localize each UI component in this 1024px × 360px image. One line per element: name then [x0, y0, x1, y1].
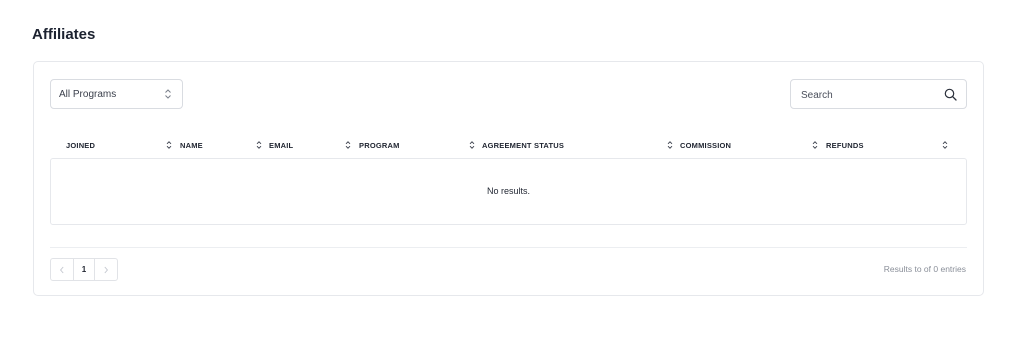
search-input[interactable] [801, 87, 931, 103]
program-select[interactable]: All Programs [50, 79, 183, 109]
search-box[interactable] [790, 79, 967, 109]
column-header-label: NAME [180, 140, 203, 150]
column-header-label: PROGRAM [359, 140, 400, 150]
sort-icon[interactable] [256, 140, 262, 150]
table-header: JOINED NAME EMAIL PROGRAM AGREEMENT STAT… [34, 134, 985, 156]
column-header-refunds[interactable]: REFUNDS [826, 134, 864, 156]
column-header-name[interactable]: NAME [180, 134, 203, 156]
search-icon[interactable] [944, 88, 957, 101]
page-title: Affiliates [32, 26, 96, 43]
sort-icon[interactable] [812, 140, 818, 150]
column-header-label: COMMISSION [680, 140, 732, 150]
column-header-label: EMAIL [269, 140, 294, 150]
column-header-label: JOINED [66, 140, 96, 150]
column-header-agreement-status[interactable]: AGREEMENT STATUS [482, 134, 564, 156]
page-button-current[interactable]: 1 [73, 259, 95, 280]
program-select-value: All Programs [59, 88, 117, 100]
column-header-commission[interactable]: COMMISSION [680, 134, 731, 156]
table-body-empty: No results. [50, 158, 967, 225]
sort-icon[interactable] [345, 140, 351, 150]
column-header-email[interactable]: EMAIL [269, 134, 293, 156]
column-header-joined[interactable]: JOINED [66, 134, 95, 156]
sort-icon[interactable] [667, 140, 673, 150]
divider [50, 247, 967, 248]
sort-icon[interactable] [942, 140, 948, 150]
sort-icon[interactable] [469, 140, 475, 150]
prev-page-button[interactable] [51, 259, 73, 280]
affiliates-card: All Programs JOINED NAME EMAIL [33, 61, 984, 296]
column-header-program[interactable]: PROGRAM [359, 134, 400, 156]
empty-state-message: No results. [486, 186, 530, 196]
sort-icon[interactable] [166, 140, 172, 150]
chevron-left-icon [60, 266, 64, 273]
chevron-updown-icon [165, 89, 171, 99]
results-summary: Results to of 0 entries [883, 264, 966, 274]
column-header-label: REFUNDS [826, 140, 864, 150]
chevron-right-icon [104, 266, 108, 273]
next-page-button[interactable] [95, 259, 117, 280]
pagination: 1 [50, 258, 118, 281]
column-header-label: AGREEMENT STATUS [482, 140, 565, 150]
